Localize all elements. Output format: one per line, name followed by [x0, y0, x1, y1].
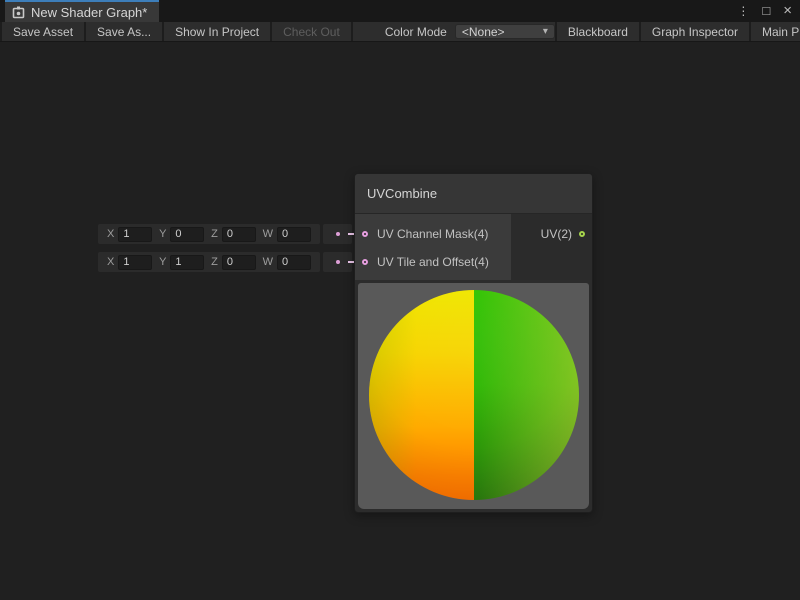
check-out-button: Check Out	[272, 22, 353, 41]
node-input-section: UV Channel Mask(4) UV Tile and Offset(4)	[355, 214, 511, 280]
vector-field-w[interactable]	[277, 255, 311, 270]
input-port-uv-tile-and-offset: UV Tile and Offset(4)	[355, 248, 511, 276]
field-label-y: Y	[159, 228, 166, 240]
vector-field-w[interactable]	[277, 227, 311, 242]
vector-field-group: X	[107, 227, 152, 242]
field-label-w: W	[263, 228, 273, 240]
input-port-uv-channel-mask: UV Channel Mask(4)	[355, 220, 511, 248]
graph-inspector-button[interactable]: Graph Inspector	[639, 22, 749, 41]
preview-surface	[358, 283, 589, 509]
field-label-z: Z	[211, 228, 218, 240]
vector-field-x[interactable]	[118, 255, 152, 270]
vector-field-y[interactable]	[170, 227, 204, 242]
vector-field-group: Z	[211, 227, 256, 242]
vector-field-x[interactable]	[118, 227, 152, 242]
color-mode-label: Color Mode	[385, 25, 447, 39]
color-mode-control: Color Mode <None> ▾	[385, 22, 555, 41]
tab-new-shader-graph[interactable]: New Shader Graph*	[5, 0, 159, 22]
vector-field-group: W	[263, 227, 311, 242]
field-label-y: Y	[159, 256, 166, 268]
menu-icon[interactable]: ⋮	[737, 0, 749, 22]
vector-field-group: X	[107, 255, 152, 270]
chevron-down-icon: ▾	[543, 26, 548, 37]
port-icon-vector4[interactable]	[362, 259, 368, 265]
sphere-left-half-yellow-orange	[369, 290, 474, 500]
vector4-input-row-1: X Y Z W	[98, 224, 320, 244]
vector-field-z[interactable]	[222, 255, 256, 270]
color-mode-value: <None>	[462, 25, 505, 39]
close-icon[interactable]: ×	[783, 0, 792, 22]
vector-field-group: Z	[211, 255, 256, 270]
port-icon-vector2[interactable]	[579, 231, 585, 237]
port-label: UV(2)	[541, 227, 572, 241]
graph-canvas[interactable]: X Y Z W X Y	[0, 42, 800, 600]
vector-field-group: W	[263, 255, 311, 270]
node-uvcombine[interactable]: UVCombine UV Channel Mask(4) UV Tile and…	[354, 173, 593, 513]
port-dot-icon	[336, 232, 340, 236]
node-title: UVCombine	[367, 186, 437, 201]
toolbar: Save Asset Save As... Show In Project Ch…	[0, 22, 800, 42]
maximize-icon[interactable]: □	[762, 0, 770, 22]
vector-field-group: Y	[159, 227, 204, 242]
field-label-z: Z	[211, 256, 218, 268]
shader-graph-icon	[12, 6, 25, 19]
port-icon-vector4[interactable]	[362, 231, 368, 237]
main-preview-button[interactable]: Main Preview	[749, 22, 800, 41]
save-asset-button[interactable]: Save Asset	[0, 22, 86, 41]
output-port-uv: UV(2)	[511, 220, 585, 248]
shader-graph-window: New Shader Graph* ⋮ □ × Save Asset Save …	[0, 0, 800, 600]
show-in-project-button[interactable]: Show In Project	[164, 22, 272, 41]
port-label: UV Channel Mask(4)	[377, 227, 488, 241]
field-label-x: X	[107, 228, 114, 240]
vector-field-y[interactable]	[170, 255, 204, 270]
preview-sphere	[369, 290, 579, 500]
tab-bar: New Shader Graph* ⋮ □ ×	[0, 0, 800, 22]
blackboard-button[interactable]: Blackboard	[555, 22, 639, 41]
node-body: UV Channel Mask(4) UV Tile and Offset(4)…	[355, 214, 592, 280]
window-controls: ⋮ □ ×	[737, 0, 800, 22]
port-dot-icon	[336, 260, 340, 264]
node-preview	[355, 280, 592, 512]
field-label-x: X	[107, 256, 114, 268]
field-label-w: W	[263, 256, 273, 268]
toolbar-right-group: Blackboard Graph Inspector Main Preview	[555, 22, 800, 41]
tab-title: New Shader Graph*	[31, 5, 147, 20]
port-label: UV Tile and Offset(4)	[377, 255, 489, 269]
color-mode-dropdown[interactable]: <None> ▾	[455, 24, 555, 39]
node-output-section: UV(2)	[511, 214, 592, 280]
vector-field-z[interactable]	[222, 227, 256, 242]
vector4-input-row-2: X Y Z W	[98, 252, 320, 272]
sphere-right-half-green	[474, 290, 579, 500]
save-as-button[interactable]: Save As...	[86, 22, 164, 41]
node-header[interactable]: UVCombine	[355, 174, 592, 214]
vector-field-group: Y	[159, 255, 204, 270]
